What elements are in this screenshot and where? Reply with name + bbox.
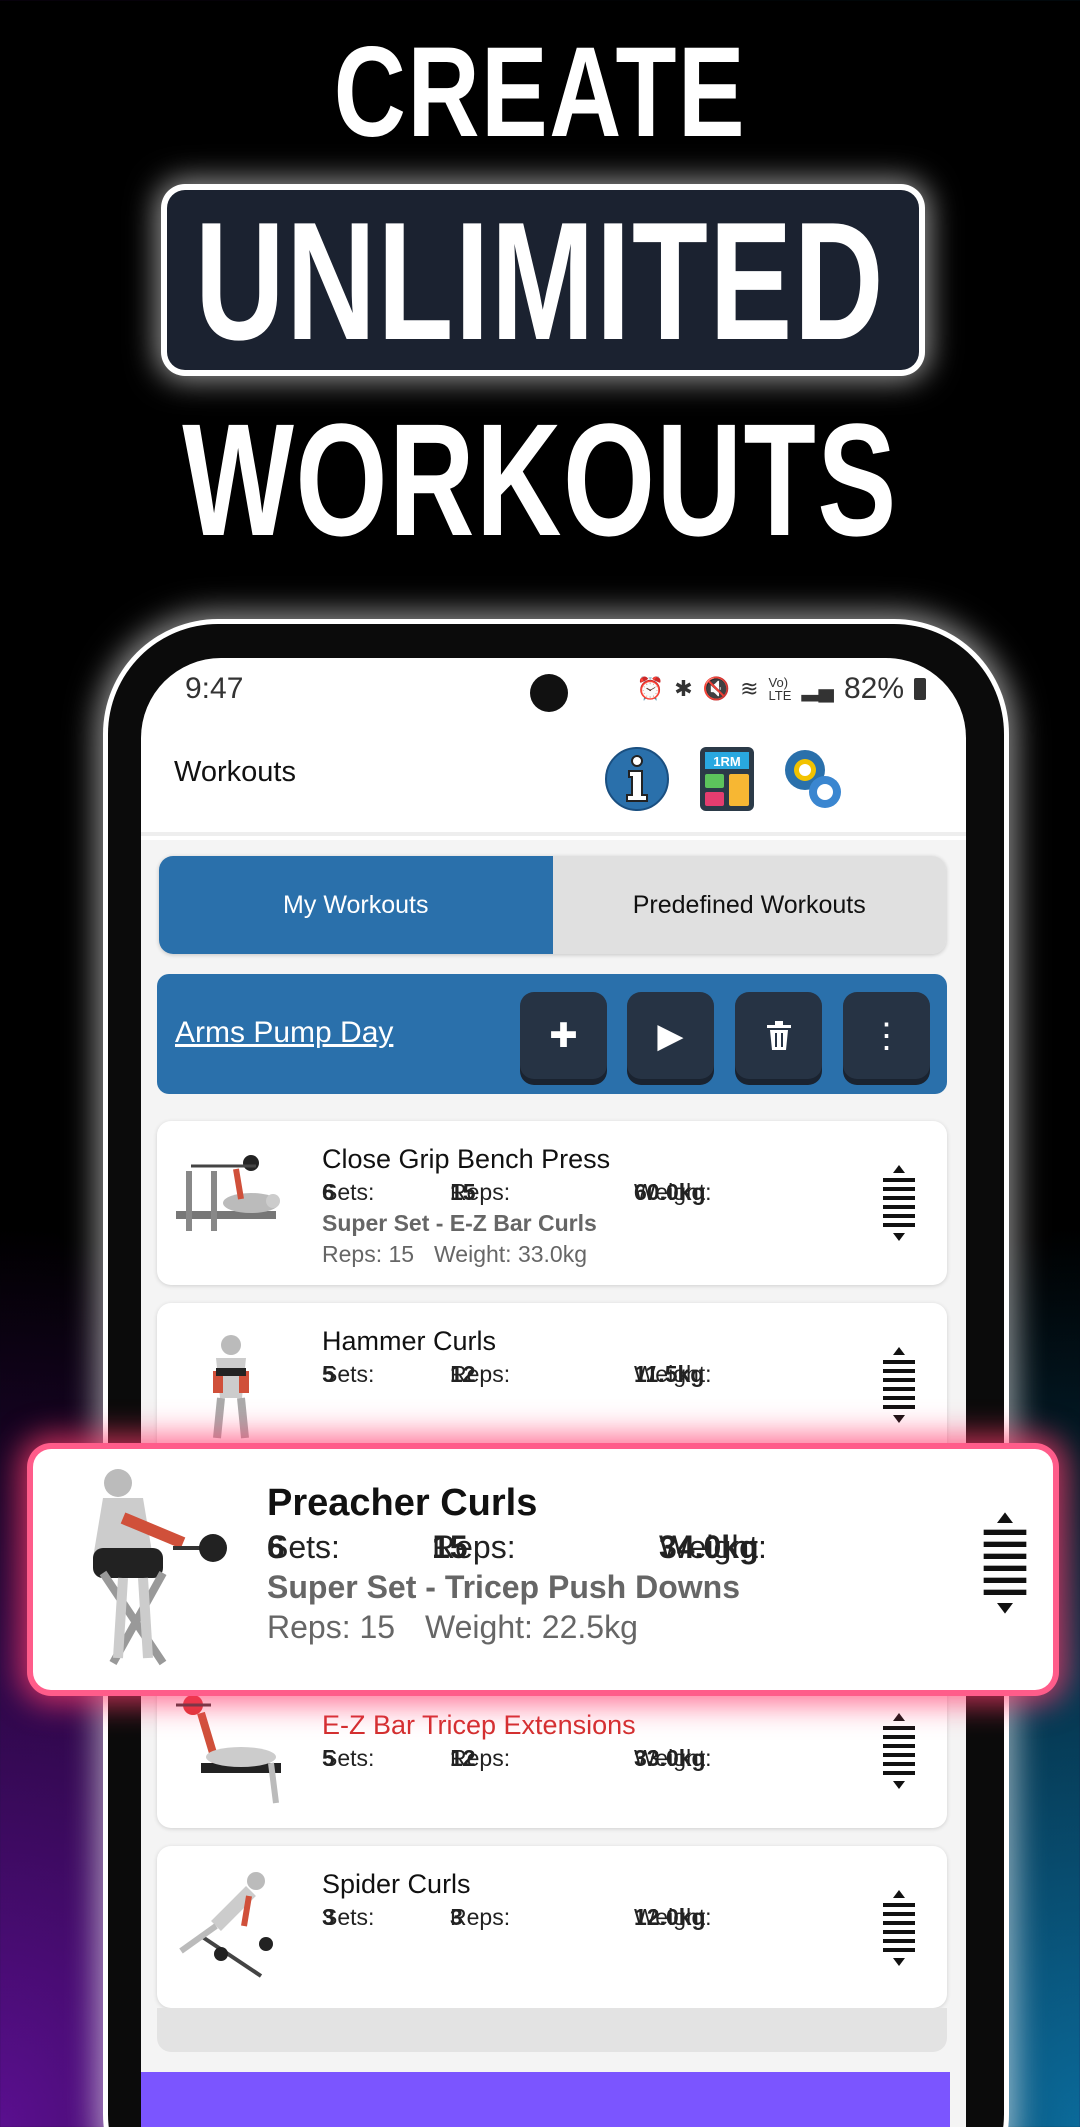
superset-reps: Reps: 15 [267,1609,396,1645]
bluetooth-icon: ✱ [674,676,693,701]
exercise-image [93,1469,227,1666]
weight-label: Weight: [634,1745,712,1771]
status-bar: 9:47 ⏰ ✱ 🔇 ≋ Vo) LTE ▂▄ 82% [141,672,966,716]
signal-icon: ▂▄ [801,676,834,701]
drag-handle-icon[interactable] [881,1713,917,1789]
alarm-icon: ⏰ [636,676,665,701]
drag-handle-icon[interactable] [981,1507,1029,1619]
kebab-menu-icon: ⋮ [869,1016,904,1055]
reps-label: Reps: [450,1179,511,1205]
exercise-name: Spider Curls [322,1869,471,1899]
app-bar: Workouts 1RM [141,716,966,836]
weight-label: Weight: [634,1904,712,1930]
workout-name-link[interactable]: Arms Pump Day [175,1016,393,1050]
superset-reps: Reps: 15 [322,1241,415,1267]
tab-predefined-workouts[interactable]: Predefined Workouts [552,856,946,954]
exercise-name: Close Grip Bench Press [322,1144,611,1174]
exercise-name: Preacher Curls [267,1482,538,1524]
sets-label: Sets: [322,1361,375,1387]
add-exercise-button[interactable]: ✚ [520,992,607,1079]
dragged-exercise-card[interactable]: Preacher Curls Sets: 6 Reps: 15 Weight: 34… [33,1449,1053,1690]
sets-label: Sets: [322,1745,375,1771]
status-time: 9:47 [185,672,244,705]
exercise-image [176,1155,280,1231]
svg-text:1RM: 1RM [713,754,740,769]
settings-icon[interactable] [779,746,845,812]
wifi-icon: ≋ [740,676,759,701]
drag-handle-icon[interactable] [881,1347,917,1423]
mute-icon: 🔇 [702,676,731,701]
headline-unlimited: UNLIMITED [194,187,886,375]
headline-workouts: WORKOUTS [182,390,898,569]
exercise-name: E-Z Bar Tricep Extensions [322,1710,636,1740]
sets-label: Sets: [267,1529,340,1565]
play-icon: ▶ [657,1016,684,1055]
superset-weight: Weight: 22.5kg [425,1609,638,1645]
start-workout-button[interactable]: ▶ [627,992,714,1079]
exercise-image [179,1872,273,1978]
tab-my-workouts[interactable]: My Workouts [159,856,553,954]
exercise-image [213,1335,249,1439]
weight-label: Weight: [659,1529,767,1565]
headline-create: CREATE [333,21,747,164]
exercise-card[interactable]: Close Grip Bench Press Sets: 6 Reps: 15 We… [157,1121,947,1285]
list-footer [157,2008,947,2052]
reps-label: Reps: [450,1904,511,1930]
tab-bar: My Workouts Predefined Workouts [159,856,946,954]
superset-label: Super Set - E-Z Bar Curls [322,1210,597,1236]
weight-label: Weight: [634,1361,712,1387]
exercise-card[interactable]: Spider Curls Sets: 3 Reps: 3 Weight: 12.0k… [157,1846,947,2008]
page-title: Workouts [174,756,296,788]
info-icon[interactable] [604,746,670,812]
battery-icon [914,678,926,700]
workout-header: Arms Pump Day ✚ ▶ ⋮ [157,974,947,1094]
battery-percent: 82% [843,672,904,705]
drag-handle-icon[interactable] [881,1890,917,1966]
camera-icon [530,674,568,712]
reps-label: Reps: [450,1745,511,1771]
trash-icon [766,1020,791,1050]
1rm-calculator-icon[interactable]: 1RM [694,746,760,812]
exercise-card[interactable]: Hammer Curls Sets: 5 Reps: 12 Weight: 11.5… [157,1303,947,1467]
plus-icon: ✚ [549,1016,578,1055]
exercise-name: Hammer Curls [322,1326,497,1356]
more-options-button[interactable]: ⋮ [843,992,930,1079]
drag-handle-icon[interactable] [881,1165,917,1241]
exercise-image [176,1695,281,1804]
superset-label: Super Set - Tricep Push Downs [267,1569,740,1605]
reps-label: Reps: [432,1529,516,1565]
bottom-navigation-bar[interactable] [141,2072,950,2127]
sets-label: Sets: [322,1179,375,1205]
weight-label: Weight: [634,1179,712,1205]
superset-weight: Weight: 33.0kg [434,1241,588,1267]
volte-icon: Vo) LTE [768,675,792,703]
sets-label: Sets: [322,1904,375,1930]
phone-screen: 9:47 ⏰ ✱ 🔇 ≋ Vo) LTE ▂▄ 82% Workouts 1RM … [141,658,966,2127]
reps-label: Reps: [450,1361,511,1387]
delete-workout-button[interactable] [735,992,822,1079]
